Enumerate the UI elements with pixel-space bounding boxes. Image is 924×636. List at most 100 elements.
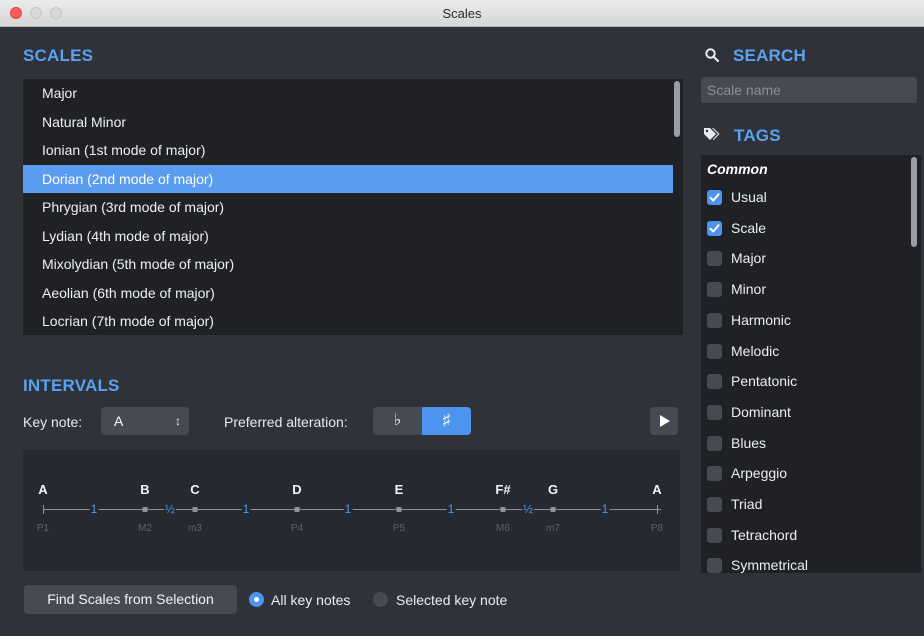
radio-all-key-notes[interactable]: [249, 592, 264, 607]
scale-list-scrollbar[interactable]: [674, 81, 680, 137]
play-button[interactable]: [650, 407, 678, 435]
play-icon: [660, 415, 670, 427]
tag-label: Blues: [731, 434, 767, 451]
sharp-button[interactable]: ♯: [422, 407, 471, 435]
tag-item[interactable]: Scale: [707, 219, 907, 239]
interval-note: B: [140, 482, 150, 497]
interval-label: P1: [36, 523, 50, 534]
intervals-heading: INTERVALS: [23, 376, 120, 395]
interval-label: m7: [546, 523, 560, 534]
search-icon: [705, 48, 719, 62]
scale-item[interactable]: Natural Minor: [23, 108, 673, 137]
tag-label: Melodic: [731, 342, 780, 359]
radio-selected-key-note-label: Selected key note: [396, 592, 508, 608]
interval-note: A: [38, 482, 48, 497]
tag-checkbox[interactable]: [707, 190, 722, 205]
tag-label: Tetrachord: [731, 526, 798, 543]
interval-step: ½: [521, 502, 535, 516]
radio-all-key-notes-label: All key notes: [271, 592, 351, 608]
tag-checkbox[interactable]: [707, 497, 722, 512]
interval-end-tick: [657, 505, 658, 514]
search-input[interactable]: [701, 77, 917, 103]
tag-checkbox[interactable]: [707, 558, 722, 573]
find-scales-button[interactable]: Find Scales from Selection: [24, 585, 237, 614]
tag-checkbox[interactable]: [707, 374, 722, 390]
checkmark-icon: [709, 223, 720, 233]
tag-group-common: Common: [707, 161, 768, 177]
tag-item[interactable]: Harmonic: [707, 311, 907, 331]
tag-item[interactable]: Minor: [707, 280, 907, 300]
tag-item[interactable]: Symmetrical: [707, 556, 907, 573]
interval-step: ½: [163, 502, 177, 516]
interval-label: m3: [188, 523, 202, 534]
tag-checkbox[interactable]: [707, 251, 722, 267]
interval-note: D: [292, 482, 302, 497]
tag-label: Usual: [731, 189, 767, 205]
tag-checkbox[interactable]: [707, 312, 722, 328]
tag-checkbox[interactable]: [707, 343, 722, 359]
scales-heading: SCALES: [23, 46, 94, 65]
interval-note-marker: [142, 507, 148, 512]
key-note-label: Key note:: [23, 414, 83, 430]
tags-list[interactable]: Common Usual Scale Major Minor Harmonic Melod…: [701, 155, 921, 573]
key-note-select[interactable]: A ↕: [101, 407, 189, 435]
tag-checkbox[interactable]: [707, 282, 722, 298]
scale-item[interactable]: Mixolydian (5th mode of major): [23, 250, 673, 279]
interval-label: M2: [138, 523, 152, 534]
interval-label: P5: [392, 523, 406, 534]
tag-label: Arpeggio: [731, 465, 788, 482]
window-titlebar: Scales: [0, 0, 924, 27]
tag-label: Scale: [731, 219, 767, 236]
tag-item[interactable]: Melodic: [707, 342, 907, 362]
scale-item[interactable]: Ionian (1st mode of major): [23, 136, 673, 165]
tag-checkbox[interactable]: [707, 435, 722, 451]
key-note-value: A: [114, 413, 124, 429]
search-heading: SEARCH: [733, 46, 806, 65]
interval-step: 1: [241, 502, 251, 516]
chevron-updown-icon: ↕: [175, 414, 181, 428]
tag-item[interactable]: Dominant: [707, 403, 907, 423]
scale-item[interactable]: Major: [23, 79, 673, 108]
scale-item[interactable]: Lydian (4th mode of major): [23, 222, 673, 251]
scale-list[interactable]: Major Natural Minor Ionian (1st mode of …: [23, 79, 683, 335]
tag-checkbox[interactable]: [707, 527, 722, 543]
tag-item[interactable]: Blues: [707, 434, 907, 454]
tag-item[interactable]: Usual: [707, 188, 907, 208]
scale-item[interactable]: Aeolian (6th mode of major): [23, 279, 673, 308]
tag-label: Minor: [731, 281, 767, 298]
tag-checkbox[interactable]: [707, 404, 722, 420]
tag-item[interactable]: Tetrachord: [707, 526, 907, 546]
interval-note: A: [652, 482, 662, 497]
interval-note-marker: [294, 507, 300, 512]
scale-item-selected[interactable]: Dorian (2nd mode of major): [23, 164, 673, 193]
interval-note-marker: [396, 507, 402, 512]
interval-note: C: [190, 482, 200, 497]
tags-heading: TAGS: [734, 126, 781, 145]
tags-scrollbar[interactable]: [911, 157, 917, 247]
tag-label: Triad: [731, 496, 763, 512]
checkmark-icon: [709, 193, 720, 202]
interval-end-tick: [43, 505, 44, 514]
tag-item[interactable]: Arpeggio: [707, 464, 907, 484]
interval-label: P8: [650, 523, 664, 534]
interval-note: G: [547, 482, 559, 497]
scale-item[interactable]: Phrygian (3rd mode of major): [23, 193, 673, 222]
tag-item[interactable]: Pentatonic: [707, 372, 907, 392]
window-title: Scales: [442, 6, 482, 21]
interval-step: 1: [600, 502, 610, 516]
interval-step: 1: [446, 502, 456, 516]
tag-checkbox[interactable]: [707, 466, 722, 482]
tags-icon: [704, 128, 720, 140]
alteration-segmented-control: ♭ ♯: [373, 407, 471, 435]
scale-item[interactable]: Locrian (7th mode of major): [23, 307, 673, 335]
radio-selected-key-note[interactable]: [373, 592, 388, 607]
interval-label: M6: [496, 523, 510, 534]
tag-item[interactable]: Major: [707, 249, 907, 269]
tag-item[interactable]: Triad: [707, 495, 907, 515]
tag-label: Pentatonic: [731, 373, 798, 390]
flat-button[interactable]: ♭: [373, 407, 422, 435]
tag-label: Harmonic: [731, 311, 791, 328]
interval-label: P4: [290, 523, 304, 534]
interval-note-marker: [192, 507, 198, 512]
tag-checkbox[interactable]: [707, 220, 722, 236]
